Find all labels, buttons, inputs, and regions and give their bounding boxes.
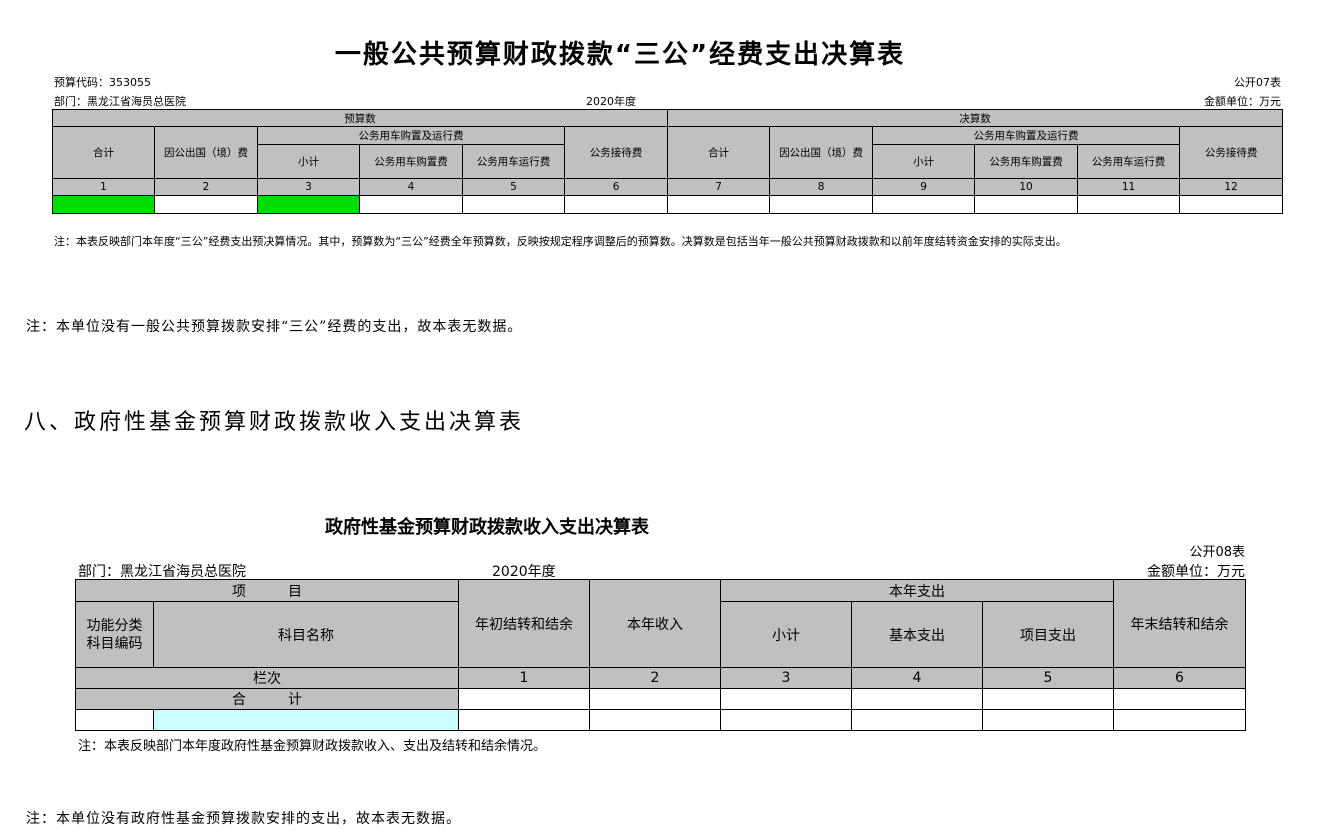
data-cell	[851, 709, 983, 731]
gov-fund-table: 项 目 年初结转和结余 本年收入 本年支出 年末结转和结余 功能分类科目编码 科…	[75, 579, 1246, 731]
data-cell	[359, 195, 463, 214]
row-index-label: 栏次	[75, 667, 459, 689]
column-number-cell: 8	[769, 178, 874, 196]
budget-vehicle-run-header: 公务用车运行费	[462, 144, 565, 179]
begin-balance-header: 年初结转和结余	[458, 579, 590, 668]
column-number-cell: 2	[589, 667, 721, 689]
data-cell	[1179, 195, 1284, 214]
expense-group-header: 本年支出	[720, 579, 1114, 602]
subtotal-header: 小计	[720, 601, 852, 668]
column-number-cell: 11	[1077, 178, 1181, 196]
basic-expense-header: 基本支出	[851, 601, 983, 668]
no-data-note-2: 注：本单位没有政府性基金预算拨款安排的支出，故本表无数据。	[26, 811, 461, 827]
budget-abroad-header: 因公出国（境）费	[154, 126, 258, 179]
budget-code: 预算代码：353055	[54, 76, 151, 89]
column-number-cell: 1	[52, 178, 155, 196]
final-vehicle-purchase-header: 公务用车购置费	[974, 144, 1079, 179]
column-number-cell: 2	[154, 178, 258, 196]
three-public-expense-table: 预算数 决算数 合计 因公出国（境）费 公务用车购置及运行费 公务接待费 合计 …	[51, 109, 1284, 214]
project-expense-header: 项目支出	[982, 601, 1114, 668]
table1-unit: 金额单位：万元	[1204, 95, 1281, 108]
end-balance-header: 年末结转和结余	[1113, 579, 1246, 668]
data-cell	[851, 688, 983, 710]
final-abroad-header: 因公出国（境）费	[769, 126, 874, 179]
data-cell	[982, 709, 1114, 731]
data-cell	[1077, 195, 1181, 214]
table2-number: 公开08表	[1189, 545, 1245, 560]
total-row: 合 计	[75, 688, 1246, 710]
no-data-note-1: 注：本单位没有一般公共预算拨款安排“三公”经费的支出，故本表无数据。	[26, 319, 523, 335]
income-header: 本年收入	[589, 579, 721, 668]
data-cell	[52, 195, 155, 214]
budget-group-header: 预算数	[51, 109, 669, 127]
section-heading: 八、政府性基金预算财政拨款收入支出决算表	[24, 410, 525, 435]
data-cell	[75, 709, 154, 731]
data-cell	[458, 709, 590, 731]
column-number-cell: 5	[982, 667, 1114, 689]
column-number-cell: 4	[359, 178, 463, 196]
table1-dept: 部门：黑龙江省海员总医院	[54, 95, 186, 108]
table2-title: 政府性基金预算财政拨款收入支出决算表	[325, 517, 649, 538]
data-cell	[153, 709, 459, 731]
table2-dept: 部门：黑龙江省海员总医院	[78, 564, 246, 580]
table1-year: 2020年度	[586, 95, 636, 108]
data-cell	[563, 195, 669, 214]
data-cell	[667, 195, 771, 214]
column-number-cell: 6	[1113, 667, 1246, 689]
column-number-cell: 10	[974, 178, 1079, 196]
data-cell	[1113, 709, 1246, 731]
column-number-cell: 3	[720, 667, 852, 689]
data-cell	[1113, 688, 1246, 710]
data-cell	[589, 688, 721, 710]
item-header: 项 目	[75, 579, 459, 602]
table1-title: 一般公共预算财政拨款“三公”经费支出决算表	[334, 40, 906, 70]
data-cell	[769, 195, 874, 214]
column-number-cell: 3	[257, 178, 360, 196]
data-row	[52, 195, 1284, 214]
subject-name-header: 科目名称	[153, 601, 459, 668]
data-cell	[974, 195, 1079, 214]
func-code-header: 功能分类科目编码	[75, 601, 154, 668]
data-cell	[462, 195, 565, 214]
column-number-cell: 5	[462, 178, 565, 196]
final-reception-header: 公务接待费	[1179, 126, 1284, 179]
final-total-header: 合计	[667, 126, 771, 179]
column-number-cell: 6	[563, 178, 669, 196]
data-cell	[982, 688, 1114, 710]
budget-reception-header: 公务接待费	[563, 126, 669, 179]
table2-year: 2020年度	[492, 564, 556, 580]
budget-total-header: 合计	[52, 126, 155, 179]
budget-subtotal-header: 小计	[257, 144, 360, 179]
budget-vehicle-group-header: 公务用车购置及运行费	[257, 126, 565, 145]
data-cell	[589, 709, 721, 731]
final-vehicle-group-header: 公务用车购置及运行费	[872, 126, 1181, 145]
data-row	[75, 709, 1246, 731]
data-cell	[458, 688, 590, 710]
total-label: 合 计	[75, 688, 459, 710]
data-cell	[154, 195, 258, 214]
column-number-cell: 1	[458, 667, 590, 689]
column-number-row: 1 2 3 4 5 6 7 8 9 10 11 12	[52, 178, 1284, 196]
column-number-row: 栏次 123456	[75, 667, 1246, 689]
table1-footnote: 注：本表反映部门本年度“三公”经费支出预决算情况。其中，预算数为“三公”经费全年…	[54, 235, 1067, 248]
data-cell	[720, 709, 852, 731]
data-cell	[872, 195, 976, 214]
column-number-cell: 9	[872, 178, 976, 196]
column-number-cell: 7	[667, 178, 771, 196]
table1-number: 公开07表	[1234, 76, 1281, 89]
data-cell	[720, 688, 852, 710]
final-subtotal-header: 小计	[872, 144, 976, 179]
column-number-cell: 12	[1179, 178, 1284, 196]
table2-footnote: 注：本表反映部门本年度政府性基金预算财政拨款收入、支出及结转和结余情况。	[78, 739, 547, 754]
final-group-header: 决算数	[667, 109, 1284, 127]
column-number-cell: 4	[851, 667, 983, 689]
data-cell	[257, 195, 360, 214]
final-vehicle-run-header: 公务用车运行费	[1077, 144, 1181, 179]
table2-unit: 金额单位：万元	[1147, 564, 1245, 580]
budget-vehicle-purchase-header: 公务用车购置费	[359, 144, 463, 179]
